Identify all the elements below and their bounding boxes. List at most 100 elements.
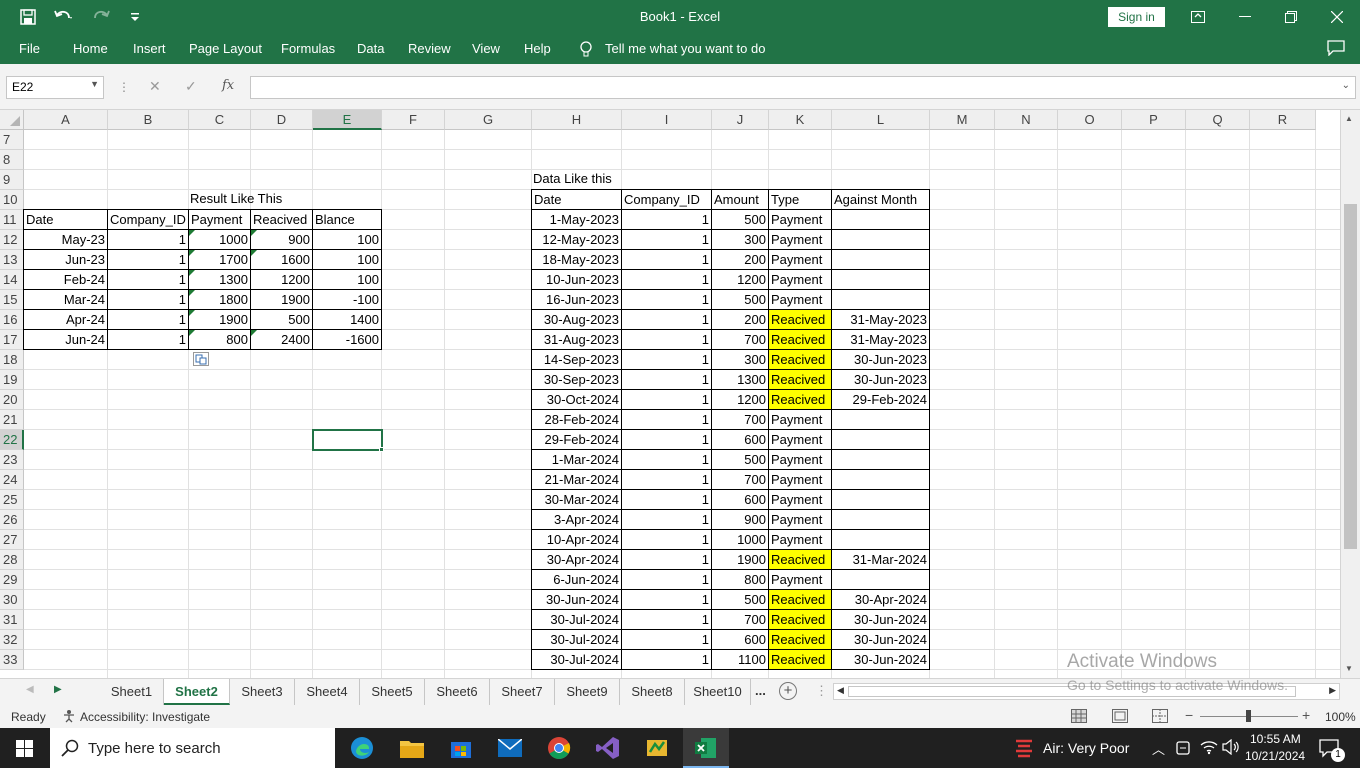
- data-table-cell[interactable]: 900: [711, 509, 769, 530]
- row-header-10[interactable]: 10: [0, 190, 24, 210]
- sheet-tab-sheet1[interactable]: Sheet1: [100, 679, 164, 705]
- data-table-cell[interactable]: 10-Apr-2024: [531, 529, 622, 550]
- data-table-cell[interactable]: [831, 449, 930, 470]
- close-icon[interactable]: [1322, 0, 1352, 34]
- data-header-cell[interactable]: Company_ID: [621, 189, 712, 210]
- data-header-cell[interactable]: Against Month: [831, 189, 930, 210]
- type-cell[interactable]: Payment: [768, 289, 832, 310]
- sign-in-button[interactable]: Sign in: [1108, 7, 1165, 27]
- type-cell[interactable]: Reacived: [768, 329, 832, 350]
- scroll-up-icon[interactable]: ▲: [1345, 114, 1353, 123]
- column-header-e[interactable]: E: [313, 110, 382, 130]
- result-table-cell[interactable]: 1: [107, 249, 189, 270]
- type-cell[interactable]: Reacived: [768, 609, 832, 630]
- data-table-cell[interactable]: 30-Jul-2024: [531, 629, 622, 650]
- show-hidden-icons-icon[interactable]: ︿: [1152, 739, 1165, 758]
- data-table-cell[interactable]: 12-May-2023: [531, 229, 622, 250]
- row-header-16[interactable]: 16: [0, 310, 24, 330]
- formula-input[interactable]: ⌄: [250, 76, 1356, 99]
- row-header-26[interactable]: 26: [0, 510, 24, 530]
- clock-time[interactable]: 10:55 AM: [1250, 732, 1301, 746]
- more-sheets-button[interactable]: ...: [755, 683, 766, 698]
- zoom-out-button[interactable]: −: [1185, 707, 1193, 723]
- paste-options-icon[interactable]: [193, 352, 209, 366]
- column-header-m[interactable]: M: [930, 110, 995, 130]
- mail-icon[interactable]: [497, 738, 523, 760]
- data-table-cell[interactable]: 1900: [711, 549, 769, 570]
- data-table-cell[interactable]: 30-Jul-2024: [531, 609, 622, 630]
- scroll-right-icon[interactable]: ▶: [1329, 685, 1336, 696]
- data-table-cell[interactable]: 700: [711, 409, 769, 430]
- result-table-cell[interactable]: 1800: [188, 289, 251, 310]
- row-header-33[interactable]: 33: [0, 650, 24, 670]
- data-table-cell[interactable]: 1: [621, 349, 712, 370]
- result-table-cell[interactable]: Apr-24: [23, 309, 108, 330]
- data-table-cell[interactable]: 1: [621, 449, 712, 470]
- data-table-cell[interactable]: 1: [621, 629, 712, 650]
- row-header-20[interactable]: 20: [0, 390, 24, 410]
- row-header-29[interactable]: 29: [0, 570, 24, 590]
- type-cell[interactable]: Reacived: [768, 589, 832, 610]
- data-table-cell[interactable]: 10-Jun-2023: [531, 269, 622, 290]
- menu-insert[interactable]: Insert: [133, 41, 166, 56]
- result-table-cell[interactable]: 1300: [188, 269, 251, 290]
- result-table-cell[interactable]: 1: [107, 289, 189, 310]
- data-table-cell[interactable]: 1: [621, 249, 712, 270]
- accessibility-icon[interactable]: [62, 709, 76, 726]
- result-table-title[interactable]: Result Like This: [188, 189, 313, 210]
- data-table-cell[interactable]: 1: [621, 469, 712, 490]
- row-header-8[interactable]: 8: [0, 150, 24, 170]
- data-table-cell[interactable]: 3-Apr-2024: [531, 509, 622, 530]
- result-table-cell[interactable]: 1: [107, 269, 189, 290]
- data-table-cell[interactable]: 1100: [711, 649, 769, 670]
- type-cell[interactable]: Payment: [768, 489, 832, 510]
- type-cell[interactable]: Payment: [768, 409, 832, 430]
- result-table-cell[interactable]: 1: [107, 309, 189, 330]
- app-icon[interactable]: [645, 736, 669, 763]
- data-table-cell[interactable]: 1200: [711, 269, 769, 290]
- insert-function-icon[interactable]: fx: [222, 78, 234, 93]
- result-table-cell[interactable]: 1000: [188, 229, 251, 250]
- data-table-cell[interactable]: 700: [711, 609, 769, 630]
- data-table-cell[interactable]: 30-Sep-2023: [531, 369, 622, 390]
- cancel-icon[interactable]: ✕: [149, 78, 161, 95]
- data-table-cell[interactable]: 300: [711, 349, 769, 370]
- file-explorer-icon[interactable]: [400, 738, 424, 761]
- enter-icon[interactable]: ✓: [185, 78, 197, 95]
- row-header-17[interactable]: 17: [0, 330, 24, 350]
- undo-icon[interactable]: [48, 0, 80, 34]
- data-table-cell[interactable]: [831, 429, 930, 450]
- data-table-cell[interactable]: 600: [711, 629, 769, 650]
- result-header-cell[interactable]: Reacived: [250, 209, 313, 230]
- data-table-cell[interactable]: [831, 409, 930, 430]
- row-header-22[interactable]: 22: [0, 430, 24, 450]
- zoom-level[interactable]: 100%: [1325, 710, 1356, 724]
- result-table-cell[interactable]: Jun-24: [23, 329, 108, 350]
- column-header-p[interactable]: P: [1122, 110, 1186, 130]
- result-table-cell[interactable]: 500: [250, 309, 313, 330]
- row-header-9[interactable]: 9: [0, 170, 24, 190]
- result-table-cell[interactable]: 1: [107, 329, 189, 350]
- data-table-cell[interactable]: 6-Jun-2024: [531, 569, 622, 590]
- type-cell[interactable]: Payment: [768, 429, 832, 450]
- data-table-cell[interactable]: [831, 469, 930, 490]
- type-cell[interactable]: Payment: [768, 509, 832, 530]
- prev-sheet-icon[interactable]: ◀: [26, 684, 34, 695]
- add-sheet-icon[interactable]: +: [779, 682, 797, 700]
- data-table-cell[interactable]: 1: [621, 409, 712, 430]
- comments-icon[interactable]: [1327, 40, 1345, 59]
- row-header-21[interactable]: 21: [0, 410, 24, 430]
- column-header-l[interactable]: L: [832, 110, 930, 130]
- scroll-left-icon[interactable]: ◀: [837, 685, 844, 696]
- column-header-c[interactable]: C: [189, 110, 251, 130]
- data-table-cell[interactable]: 1: [621, 509, 712, 530]
- row-header-19[interactable]: 19: [0, 370, 24, 390]
- data-table-cell[interactable]: 30-Mar-2024: [531, 489, 622, 510]
- result-header-cell[interactable]: Company_ID: [107, 209, 189, 230]
- row-header-13[interactable]: 13: [0, 250, 24, 270]
- data-table-cell[interactable]: [831, 229, 930, 250]
- data-table-cell[interactable]: 1: [621, 549, 712, 570]
- result-table-cell[interactable]: 1200: [250, 269, 313, 290]
- type-cell[interactable]: Reacived: [768, 389, 832, 410]
- zoom-slider-thumb[interactable]: [1246, 710, 1251, 722]
